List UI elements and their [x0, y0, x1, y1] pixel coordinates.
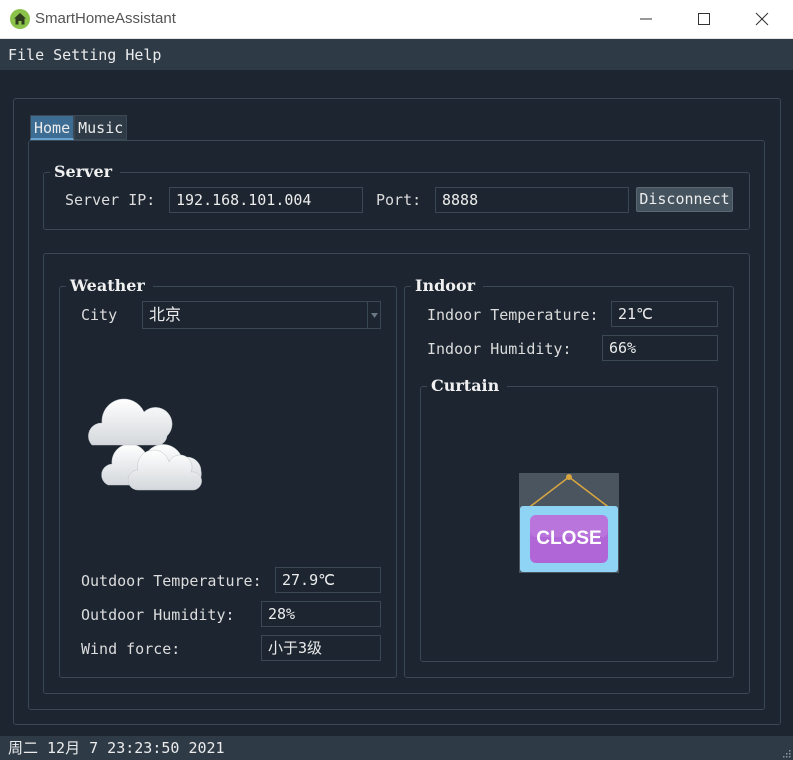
- minimize-icon: [640, 18, 652, 20]
- outdoor-humidity-field: 28%: [261, 601, 381, 627]
- weather-group-title: Weather: [66, 276, 153, 295]
- outdoor-temp-label: Outdoor Temperature:: [81, 572, 262, 590]
- status-datetime: 周二 12月 7 23:23:50 2021: [8, 739, 225, 757]
- outdoor-humidity-label: Outdoor Humidity:: [81, 606, 235, 624]
- disconnect-button[interactable]: Disconnect: [636, 187, 733, 212]
- curtain-toggle-button[interactable]: CLOSE: [519, 473, 619, 573]
- indoor-temp-field: 21℃: [611, 301, 718, 327]
- server-ip-label: Server IP:: [65, 191, 156, 209]
- menu-setting[interactable]: Setting: [53, 46, 116, 64]
- city-select[interactable]: 北京: [142, 301, 381, 329]
- maximize-icon: [698, 13, 710, 25]
- tab-home[interactable]: Home: [30, 115, 75, 140]
- wind-force-label: Wind force:: [81, 640, 181, 658]
- chevron-down-icon[interactable]: [367, 302, 380, 328]
- window-title: SmartHomeAssistant: [35, 10, 176, 27]
- indoor-temp-label: Indoor Temperature:: [427, 306, 599, 324]
- minimize-button[interactable]: [617, 0, 675, 38]
- tab-bar: Home Music: [30, 115, 128, 140]
- indoor-group-title: Indoor: [411, 276, 484, 295]
- maximize-button[interactable]: [675, 0, 733, 38]
- curtain-group-title: Curtain: [427, 376, 508, 395]
- close-button[interactable]: [733, 0, 791, 38]
- menu-bar: File Setting Help: [0, 39, 793, 70]
- tab-music[interactable]: Music: [74, 115, 128, 140]
- close-icon: [755, 12, 769, 26]
- resize-grip-icon[interactable]: [781, 748, 791, 758]
- indoor-humidity-field: 66%: [602, 335, 718, 361]
- indoor-humidity-label: Indoor Humidity:: [427, 340, 572, 358]
- city-value: 北京: [149, 305, 182, 324]
- cloudy-icon: [88, 398, 202, 491]
- menu-file[interactable]: File: [8, 46, 44, 64]
- status-bar: 周二 12月 7 23:23:50 2021: [0, 736, 793, 760]
- port-label: Port:: [376, 191, 422, 209]
- server-group-title: Server: [50, 162, 121, 181]
- title-bar: SmartHomeAssistant: [0, 0, 793, 39]
- server-ip-input[interactable]: 192.168.101.004: [169, 187, 363, 213]
- city-label: City: [81, 306, 118, 324]
- menu-help[interactable]: Help: [125, 46, 161, 64]
- hanging-sign-icon: [519, 473, 619, 573]
- outdoor-temp-field: 27.9℃: [275, 567, 381, 593]
- port-input[interactable]: 8888: [435, 187, 629, 213]
- wind-force-field: 小于3级: [261, 635, 381, 661]
- home-icon: [10, 9, 30, 29]
- curtain-state-label: CLOSE: [536, 528, 602, 549]
